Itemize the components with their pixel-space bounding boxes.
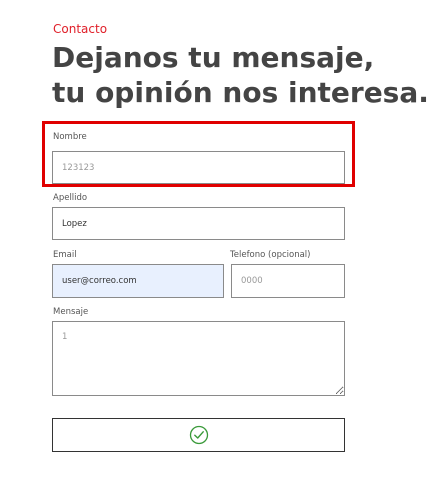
telefono-label: Telefono (opcional)	[230, 250, 311, 260]
mensaje-field[interactable]: 1	[52, 321, 345, 396]
submit-button[interactable]	[52, 418, 345, 452]
check-circle-icon	[189, 425, 208, 445]
apellido-label: Apellido	[53, 193, 88, 203]
mensaje-label: Mensaje	[53, 307, 89, 317]
apellido-field[interactable]	[52, 207, 345, 240]
page-title-line-1: Dejanos tu mensaje,	[52, 41, 375, 74]
nombre-label: Nombre	[53, 132, 87, 142]
email-field[interactable]	[52, 264, 224, 298]
page-title: Dejanos tu mensaje, tu opinión nos inter…	[52, 40, 429, 110]
email-label: Email	[53, 250, 77, 260]
eyebrow-label: Contacto	[53, 22, 108, 36]
nombre-field[interactable]	[52, 151, 345, 184]
telefono-field[interactable]	[231, 264, 345, 298]
page-title-line-2: tu opinión nos interesa.	[52, 76, 429, 109]
